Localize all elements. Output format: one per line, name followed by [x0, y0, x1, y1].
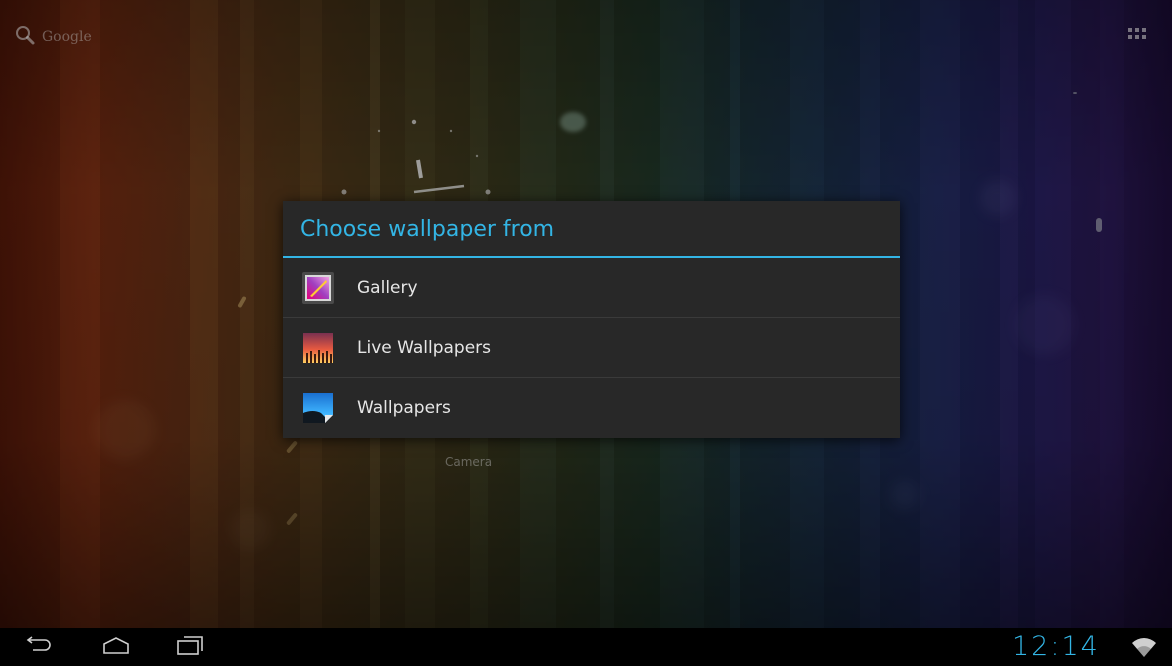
option-wallpapers[interactable]: Wallpapers: [283, 378, 900, 438]
recent-apps-button[interactable]: [160, 628, 220, 666]
system-navigation-bar: 12:14: [0, 628, 1172, 666]
back-icon: [23, 635, 53, 659]
home-icon: [101, 635, 131, 659]
recent-apps-icon: [175, 634, 205, 660]
option-gallery[interactable]: Gallery: [283, 258, 900, 318]
live-wallpapers-icon: [301, 331, 335, 365]
option-label-gallery: Gallery: [357, 277, 418, 298]
choose-wallpaper-dialog: Choose wallpaper from Gallery Live Wallp…: [283, 201, 900, 438]
android-home-screen: Google Camera Choose wallpaper from Gall…: [0, 0, 1172, 666]
back-button[interactable]: [8, 628, 68, 666]
gallery-icon: [301, 271, 335, 305]
status-clock[interactable]: 12:14: [1012, 631, 1100, 662]
option-label-wallpapers: Wallpapers: [357, 398, 451, 418]
home-button[interactable]: [86, 628, 146, 666]
wallpapers-icon: [301, 391, 335, 425]
option-label-live-wallpapers: Live Wallpapers: [357, 337, 492, 358]
option-live-wallpapers[interactable]: Live Wallpapers: [283, 318, 900, 378]
dialog-title: Choose wallpaper from: [283, 201, 900, 258]
wifi-icon[interactable]: [1132, 638, 1156, 662]
